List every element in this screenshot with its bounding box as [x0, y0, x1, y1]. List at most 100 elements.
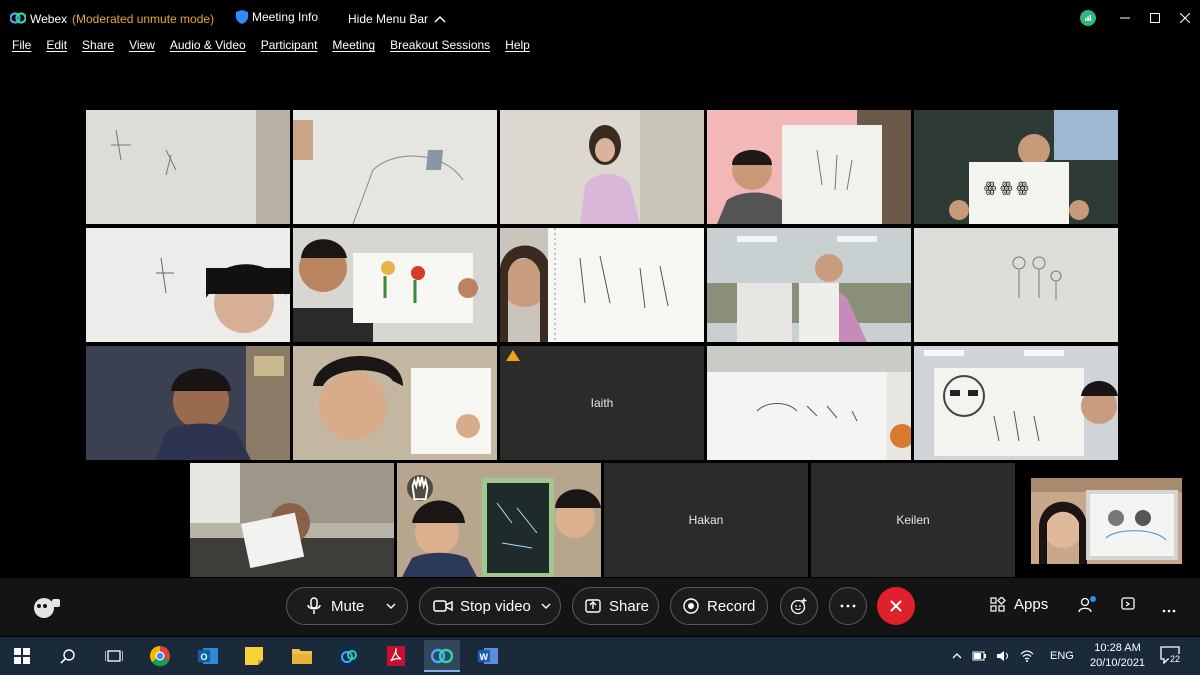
notifications-button[interactable]: 22: [1160, 646, 1182, 666]
language-indicator[interactable]: ENG: [1050, 650, 1074, 662]
record-label: Record: [707, 597, 756, 615]
menu-help[interactable]: Help: [505, 38, 530, 58]
network-health-icon[interactable]: [1080, 10, 1096, 26]
menu-meeting[interactable]: Meeting: [332, 38, 375, 58]
record-icon: [683, 598, 699, 614]
video-feed: [707, 228, 911, 342]
menu-audio-video[interactable]: Audio & Video: [170, 38, 246, 58]
windows-start-icon[interactable]: [10, 644, 34, 668]
participant-video-tile[interactable]: [86, 346, 290, 460]
menu-view[interactable]: View: [129, 38, 155, 58]
video-feed: [707, 110, 911, 224]
outlook-icon[interactable]: O: [196, 644, 220, 668]
windows-taskbar: O W ENG 10:28 AM 20/10/2021 22: [0, 637, 1200, 675]
stop-video-label: Stop video: [460, 597, 531, 615]
maximize-icon: [1150, 13, 1160, 23]
participant-video-tile[interactable]: [397, 463, 601, 577]
chat-icon: [1121, 597, 1135, 610]
chevron-up-icon[interactable]: [952, 653, 962, 659]
participant-video-tile[interactable]: [707, 346, 911, 460]
apps-button[interactable]: Apps: [990, 596, 1048, 613]
mute-button[interactable]: Mute: [286, 587, 408, 625]
share-screen-icon: [585, 599, 601, 613]
participant-name: Keilen: [896, 513, 930, 527]
volume-icon[interactable]: [996, 650, 1010, 662]
reactions-button[interactable]: [780, 587, 818, 625]
participant-video-tile[interactable]: [293, 228, 497, 342]
video-feed: [293, 346, 497, 460]
microphone-icon: [307, 597, 321, 614]
chevron-down-icon[interactable]: [541, 603, 551, 609]
maximize-button[interactable]: [1140, 0, 1170, 36]
battery-icon[interactable]: [972, 651, 986, 661]
meeting-control-bar: Mute Stop video Share Record Apps: [0, 578, 1200, 636]
record-button[interactable]: Record: [670, 587, 768, 625]
file-explorer-icon[interactable]: [290, 644, 314, 668]
webex-logo-icon: [10, 12, 26, 24]
close-icon: [890, 600, 902, 612]
participant-name-tile[interactable]: Iaith: [500, 346, 704, 460]
participant-video-tile[interactable]: [293, 110, 497, 224]
participant-video-tile[interactable]: [707, 228, 911, 342]
warning-icon: [506, 350, 520, 361]
webex-active-app-icon[interactable]: [424, 640, 460, 672]
menu-participant[interactable]: Participant: [261, 38, 318, 58]
clock-date: 20/10/2021: [1090, 657, 1146, 669]
webex-meeting-window: Webex (Moderated unmute mode) Meeting In…: [0, 0, 1200, 675]
participant-name-tile[interactable]: Keilen: [811, 463, 1015, 577]
acrobat-icon[interactable]: [384, 644, 408, 668]
menu-file[interactable]: File: [12, 38, 31, 58]
end-meeting-button[interactable]: [877, 587, 915, 625]
video-feed: [293, 110, 497, 224]
apps-label: Apps: [1014, 596, 1049, 613]
webex-meetings-icon[interactable]: [337, 644, 361, 668]
self-view-video[interactable]: [1031, 478, 1182, 564]
more-horizontal-icon: [1162, 609, 1176, 613]
participant-name: Hakan: [688, 513, 724, 527]
menu-edit[interactable]: Edit: [46, 38, 67, 58]
share-button[interactable]: Share: [572, 587, 659, 625]
wifi-icon[interactable]: [1020, 650, 1034, 662]
meeting-status-icon[interactable]: [32, 595, 60, 624]
participant-video-tile[interactable]: [914, 228, 1118, 342]
video-feed: ꙮ ꙮ ꙮ: [914, 110, 1118, 224]
chat-button[interactable]: [1120, 596, 1136, 617]
more-panels-button[interactable]: [1162, 600, 1176, 618]
video-feed: [914, 346, 1118, 460]
more-options-button[interactable]: [829, 587, 867, 625]
participant-video-tile[interactable]: [914, 346, 1118, 460]
participant-video-tile[interactable]: [86, 228, 290, 342]
share-label: Share: [609, 597, 650, 615]
close-button[interactable]: [1170, 0, 1200, 36]
app-title: Webex: [30, 12, 68, 26]
svg-text:ꙮ ꙮ ꙮ: ꙮ ꙮ ꙮ: [984, 179, 1029, 195]
participant-video-tile[interactable]: [86, 110, 290, 224]
chevron-down-icon[interactable]: [386, 603, 396, 609]
participant-video-tile[interactable]: [707, 110, 911, 224]
participant-video-tile[interactable]: [293, 346, 497, 460]
meeting-info-label: Meeting Info: [252, 10, 319, 24]
title-bar: Webex (Moderated unmute mode) Meeting In…: [0, 0, 1200, 36]
participants-button[interactable]: [1078, 596, 1096, 619]
participant-name-tile[interactable]: Hakan: [604, 463, 808, 577]
search-icon[interactable]: [56, 644, 80, 668]
minimize-button[interactable]: [1110, 0, 1140, 36]
hide-menu-bar-label: Hide Menu Bar: [348, 12, 429, 26]
participant-video-tile[interactable]: [190, 463, 394, 577]
participant-video-tile[interactable]: [500, 228, 704, 342]
video-feed: [500, 110, 704, 224]
menu-breakout-sessions[interactable]: Breakout Sessions: [390, 38, 490, 58]
chrome-icon[interactable]: [148, 644, 172, 668]
svg-text:O: O: [201, 652, 208, 662]
participant-video-tile[interactable]: ꙮ ꙮ ꙮ: [914, 110, 1118, 224]
smiley-plus-icon: [790, 598, 807, 615]
participant-video-tile[interactable]: [500, 110, 704, 224]
meeting-info-button[interactable]: Meeting Info: [236, 10, 318, 24]
clock[interactable]: 10:28 AM 20/10/2021: [1090, 637, 1145, 675]
stop-video-button[interactable]: Stop video: [419, 587, 561, 625]
hide-menu-bar-button[interactable]: Hide Menu Bar: [348, 12, 446, 26]
task-view-icon[interactable]: [102, 644, 126, 668]
menu-share[interactable]: Share: [82, 38, 114, 58]
word-icon[interactable]: W: [476, 644, 500, 668]
sticky-notes-icon[interactable]: [242, 644, 266, 668]
